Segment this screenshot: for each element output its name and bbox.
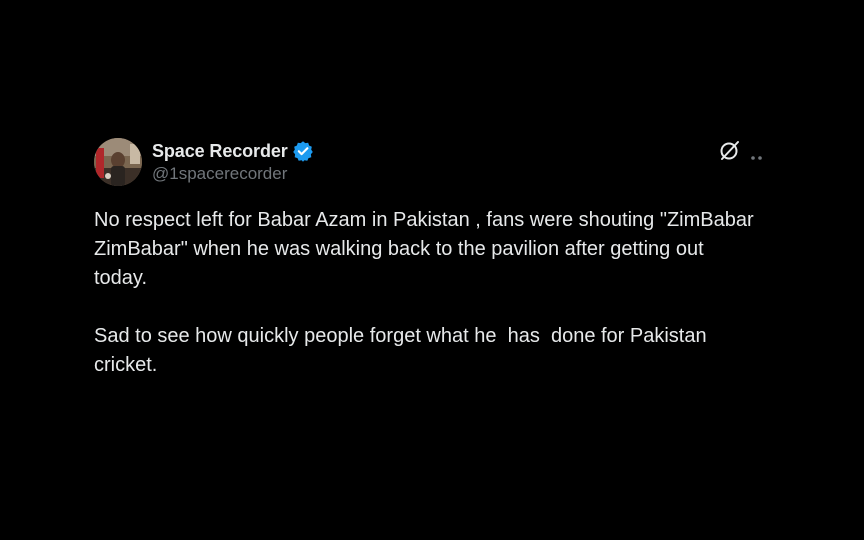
author-names: Space Recorder @1spacerecorder [152,139,314,184]
grok-icon[interactable] [718,138,742,162]
tweet-paragraph-2: Sad to see how quickly people forget wha… [94,325,713,376]
tweet-header: Space Recorder @1spacerecorder [94,138,774,188]
author-handle[interactable]: @1spacerecorder [152,164,314,184]
tweet: Space Recorder @1spacerecorder No respec… [94,138,774,380]
tweet-paragraph-1: No respect left for Babar Azam in Pakist… [94,209,760,289]
screenshot-canvas: Space Recorder @1spacerecorder No respec… [0,0,864,540]
more-options-icon[interactable] [750,148,764,160]
avatar[interactable] [94,138,142,186]
verified-badge-icon[interactable] [292,140,314,162]
display-name-row: Space Recorder [152,139,314,163]
display-name[interactable]: Space Recorder [152,141,288,162]
avatar-photo-icon [94,138,142,186]
tweet-text: No respect left for Babar Azam in Pakist… [94,206,754,380]
